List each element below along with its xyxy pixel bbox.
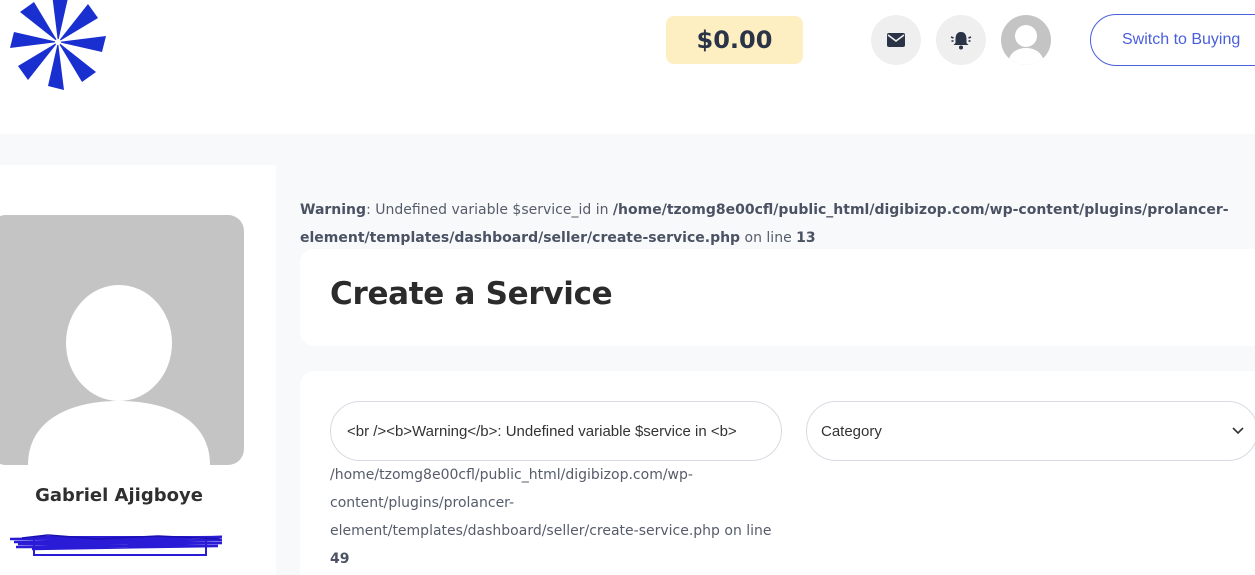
redacted-scribble <box>9 534 223 556</box>
switch-to-buying-button[interactable]: Switch to Buying <box>1090 14 1255 66</box>
category-select-value: Category <box>821 422 882 440</box>
inline-php-warning: /home/tzomg8e00cfl/public_html/digibizop… <box>330 461 790 573</box>
warning-line-number: 13 <box>796 230 816 246</box>
service-title-input[interactable]: <br /><b>Warning</b>: Undefined variable… <box>330 401 782 461</box>
page-title: Create a Service <box>330 276 613 312</box>
category-select[interactable]: Category <box>806 401 1255 461</box>
profile-picture[interactable] <box>0 215 244 465</box>
profile-name: Gabriel Ajigboye <box>35 485 203 506</box>
chevron-down-icon <box>1232 427 1244 435</box>
inline-warning-line: 49 <box>330 551 350 567</box>
create-service-form-card: <br /><b>Warning</b>: Undefined variable… <box>300 371 1255 575</box>
wallet-balance[interactable]: $0.00 <box>666 16 803 64</box>
warning-label: Warning <box>300 202 367 218</box>
profile-sidebar: Gabriel Ajigboye <box>0 165 276 575</box>
bell-icon <box>950 32 972 50</box>
php-warning-notice: Warning: Undefined variable $service_id … <box>300 196 1255 252</box>
notifications-button[interactable] <box>936 15 986 65</box>
inline-warning-path: /home/tzomg8e00cfl/public_html/digibizop… <box>330 467 772 539</box>
warning-message: : Undefined variable $service_id in <box>366 202 613 218</box>
top-header: $0.00 Switch to Buying <box>0 0 1255 134</box>
pinwheel-logo[interactable] <box>5 0 111 90</box>
user-avatar[interactable] <box>1001 15 1051 65</box>
warning-on-line: on line <box>740 230 797 246</box>
envelope-icon <box>887 33 905 47</box>
default-profile-icon <box>28 285 210 465</box>
default-avatar-icon <box>1008 25 1044 65</box>
messages-button[interactable] <box>871 15 921 65</box>
page-title-card: Create a Service <box>300 249 1255 346</box>
